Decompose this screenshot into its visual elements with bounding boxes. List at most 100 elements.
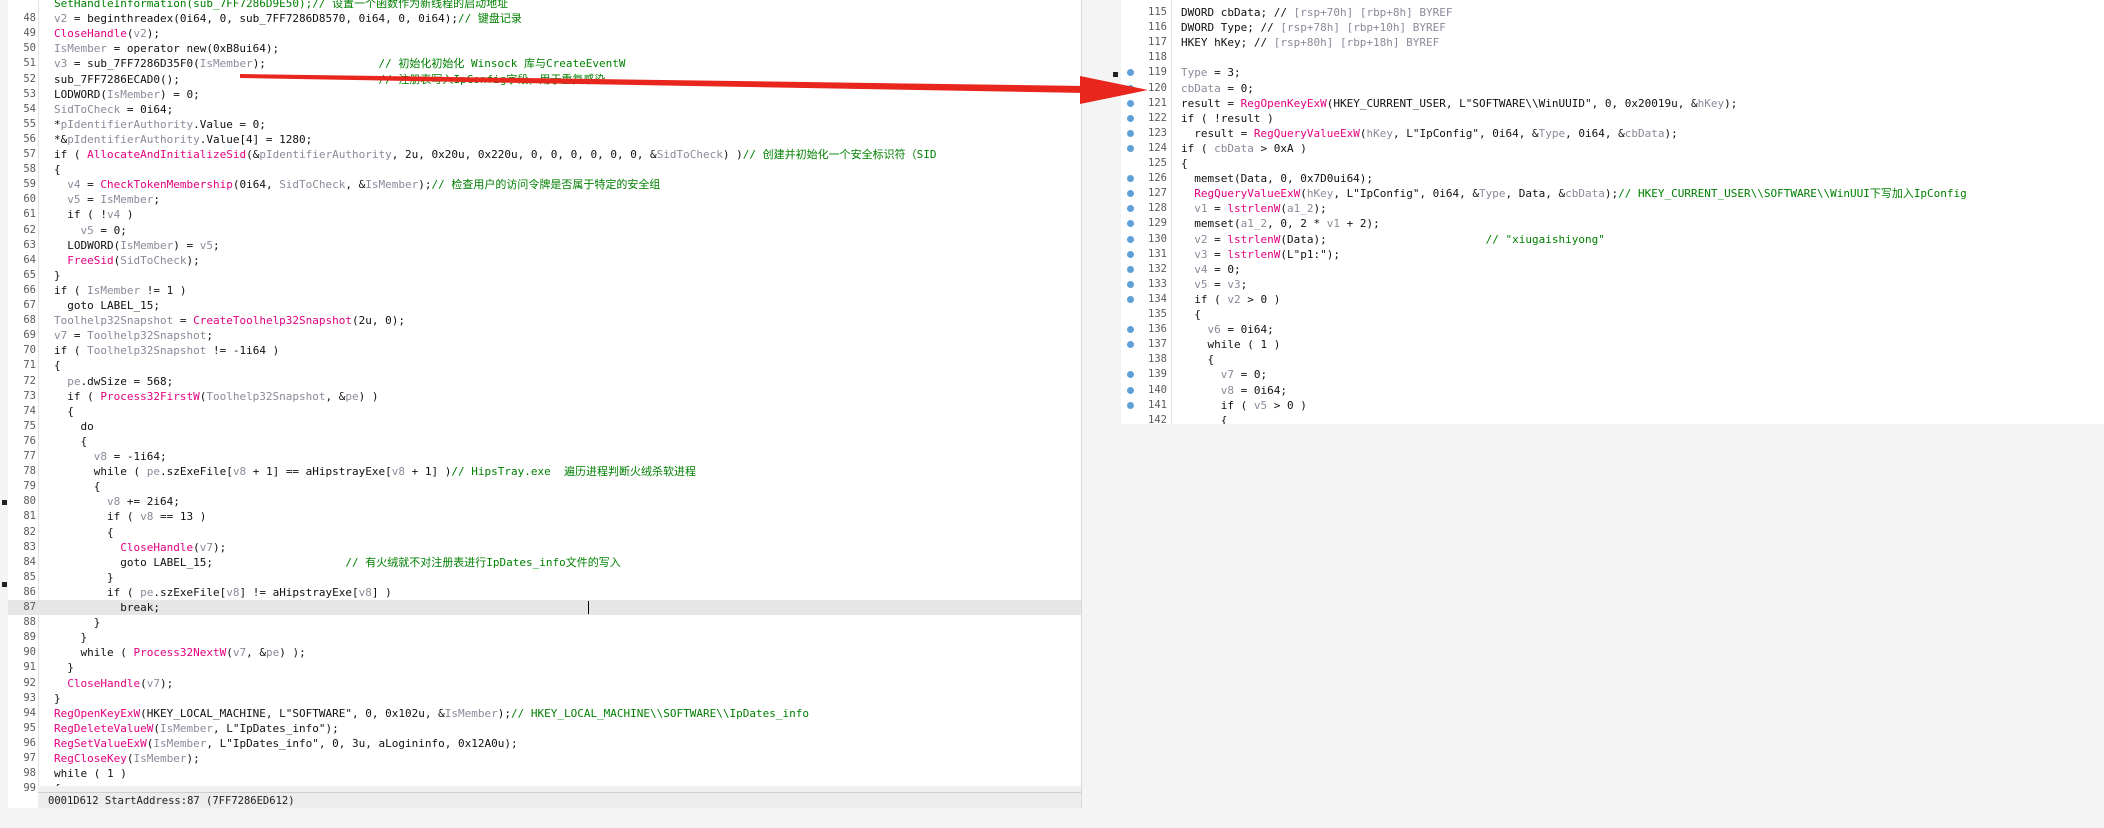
code-line[interactable]: 70 if ( Toolhelp32Snapshot != -1i64 ) bbox=[8, 343, 1081, 358]
code-line[interactable]: 140 v8 = 0i64; bbox=[1121, 383, 2104, 398]
code-line[interactable]: 54 SidToCheck = 0i64; bbox=[8, 102, 1081, 117]
code-line[interactable]: 64 FreeSid(SidToCheck); bbox=[8, 253, 1081, 268]
code-line[interactable]: 93} bbox=[8, 691, 1081, 706]
code-line[interactable]: 57 if ( AllocateAndInitializeSid(&pIdenti… bbox=[8, 147, 1081, 162]
code-variable: IsMember bbox=[133, 752, 187, 765]
code-line[interactable]: 138 { bbox=[1121, 352, 2104, 367]
code-line[interactable]: 89 } bbox=[8, 630, 1081, 645]
code-line[interactable]: 116 DWORD Type; // [rsp+78h] [rbp+10h] BY… bbox=[1121, 20, 2104, 35]
code-line[interactable]: 48 v2 = beginthreadex(0i64, 0, sub_7FF728… bbox=[8, 11, 1081, 26]
code-line[interactable]: 69 v7 = Toolhelp32Snapshot; bbox=[8, 328, 1081, 343]
code-line[interactable]: 68 Toolhelp32Snapshot = CreateToolhelp32S… bbox=[8, 313, 1081, 328]
code-line[interactable]: 78 while ( pe.szExeFile[v8 + 1] == aHips… bbox=[8, 464, 1081, 479]
code-line[interactable]: 90 while ( Process32NextW(v7, &pe) ); bbox=[8, 645, 1081, 660]
code-line[interactable]: 137 while ( 1 ) bbox=[1121, 337, 2104, 352]
code-line[interactable]: 59 v4 = CheckTokenMembership(0i64, SidTo… bbox=[8, 177, 1081, 192]
code-line[interactable]: 92 CloseHandle(v7); bbox=[8, 676, 1081, 691]
code-line[interactable]: 52 sub_7FF7286ECAD0(); // 注册表写入IpConfig字段… bbox=[8, 72, 1081, 87]
code-line[interactable]: 121 result = RegOpenKeyExW(HKEY_CURRENT_U… bbox=[1121, 96, 2104, 111]
breakpoint-dot-icon[interactable] bbox=[1127, 386, 1134, 394]
code-line[interactable]: 97 RegCloseKey(IsMember); bbox=[8, 751, 1081, 766]
code-line[interactable]: 50 IsMember = operator new(0xB8ui64); bbox=[8, 41, 1081, 56]
code-line[interactable]: 98 while ( 1 ) bbox=[8, 766, 1081, 781]
code-line[interactable]: SetHandleInformation(sub_7FF7286D9E50);/… bbox=[8, 0, 1081, 11]
code-line[interactable]: 139 v7 = 0; bbox=[1121, 367, 2104, 382]
code-line[interactable]: 65} bbox=[8, 268, 1081, 283]
code-line[interactable]: 123 result = RegQueryValueExW(hKey, L"Ip… bbox=[1121, 126, 2104, 141]
code-text: v5 = v3; bbox=[1181, 277, 1247, 292]
code-line[interactable]: 63 LODWORD(IsMember) = v5; bbox=[8, 238, 1081, 253]
code-line[interactable]: 53 LODWORD(IsMember) = 0; bbox=[8, 87, 1081, 102]
code-line[interactable]: 86 if ( pe.szExeFile[v8] != aHipstrayExe… bbox=[8, 585, 1081, 600]
code-line[interactable]: 60 v5 = IsMember; bbox=[8, 192, 1081, 207]
code-line[interactable]: 118 bbox=[1121, 50, 2104, 65]
code-line[interactable]: 131 v3 = lstrlenW(L"p1:"); bbox=[1121, 247, 2104, 262]
code-line[interactable]: 130 v2 = lstrlenW(Data); // "xiugaishiyo… bbox=[1121, 232, 2104, 247]
code-line[interactable]: 84 goto LABEL_15; // 有火绒就不对注册表进行IpDates_… bbox=[8, 555, 1081, 570]
code-line[interactable]: 95 RegDeleteValueW(IsMember, L"IpDates_in… bbox=[8, 721, 1081, 736]
code-line[interactable]: 56 *&pIdentifierAuthority.Value[4] = 1280… bbox=[8, 132, 1081, 147]
code-line[interactable]: 49 CloseHandle(v2); bbox=[8, 26, 1081, 41]
code-line[interactable]: 134 if ( v2 > 0 ) bbox=[1121, 292, 2104, 307]
code-line[interactable]: 88 } bbox=[8, 615, 1081, 630]
code-line[interactable]: 71 { bbox=[8, 358, 1081, 373]
code-line[interactable]: 117 HKEY hKey; // [rsp+80h] [rbp+18h] BYR… bbox=[1121, 35, 2104, 50]
code-line[interactable]: 87 break; bbox=[8, 600, 1081, 615]
code-line[interactable]: 66 if ( IsMember != 1 ) bbox=[8, 283, 1081, 298]
code-line[interactable]: 73 if ( Process32FirstW(Toolhelp32Snapsh… bbox=[8, 389, 1081, 404]
breakpoint-dot-icon[interactable] bbox=[1127, 265, 1134, 273]
code-line[interactable]: 81 if ( v8 == 13 ) bbox=[8, 509, 1081, 524]
code-line[interactable]: 126 memset(Data, 0, 0x7D0ui64); bbox=[1121, 171, 2104, 186]
code-line[interactable]: 128 v1 = lstrlenW(a1_2); bbox=[1121, 201, 2104, 216]
breakpoint-dot-icon[interactable] bbox=[1127, 114, 1134, 122]
right-pseudocode-pane[interactable]: 115 DWORD cbData; // [rsp+70h] [rbp+8h] B… bbox=[1121, 0, 2104, 424]
code-line[interactable]: 77 v8 = -1i64; bbox=[8, 449, 1081, 464]
code-line[interactable]: 125 { bbox=[1121, 156, 2104, 171]
code-line[interactable]: 119 Type = 3; bbox=[1121, 65, 2104, 80]
code-line[interactable]: 120 cbData = 0; bbox=[1121, 81, 2104, 96]
breakpoint-dot-icon[interactable] bbox=[1127, 250, 1134, 258]
code-line[interactable]: 122 if ( !result ) bbox=[1121, 111, 2104, 126]
code-line[interactable]: 96 RegSetValueExW(IsMember, L"IpDates_inf… bbox=[8, 736, 1081, 751]
code-line[interactable]: 127 RegQueryValueExW(hKey, L"IpConfig", … bbox=[1121, 186, 2104, 201]
code-line[interactable]: 72 pe.dwSize = 568; bbox=[8, 374, 1081, 389]
code-line[interactable]: 76 { bbox=[8, 434, 1081, 449]
code-line[interactable]: 62 v5 = 0; bbox=[8, 223, 1081, 238]
breakpoint-dot-icon[interactable] bbox=[1127, 84, 1134, 92]
code-line[interactable]: 58 { bbox=[8, 162, 1081, 177]
code-line[interactable]: 61 if ( !v4 ) bbox=[8, 207, 1081, 222]
breakpoint-dot-icon[interactable] bbox=[1127, 280, 1134, 288]
code-line[interactable]: 55 *pIdentifierAuthority.Value = 0; bbox=[8, 117, 1081, 132]
code-line[interactable]: 80 v8 += 2i64; bbox=[8, 494, 1081, 509]
code-line[interactable]: 82 { bbox=[8, 525, 1081, 540]
code-line[interactable]: 142 { bbox=[1121, 413, 2104, 424]
code-line[interactable]: 129 memset(a1_2, 0, 2 * v1 + 2); bbox=[1121, 216, 2104, 231]
code-line[interactable]: 85 } bbox=[8, 570, 1081, 585]
code-line[interactable]: 79 { bbox=[8, 479, 1081, 494]
left-pseudocode-pane[interactable]: SetHandleInformation(sub_7FF7286D9E50);/… bbox=[8, 0, 1082, 808]
code-line[interactable]: 74 { bbox=[8, 404, 1081, 419]
code-line[interactable]: 83 CloseHandle(v7); bbox=[8, 540, 1081, 555]
code-line[interactable]: 75 do bbox=[8, 419, 1081, 434]
code-line[interactable]: 135 { bbox=[1121, 307, 2104, 322]
code-line[interactable]: 91 } bbox=[8, 660, 1081, 675]
code-line[interactable]: 94 RegOpenKeyExW(HKEY_LOCAL_MACHINE, L"SO… bbox=[8, 706, 1081, 721]
code-line[interactable]: 132 v4 = 0; bbox=[1121, 262, 2104, 277]
breakpoint-dot-icon[interactable] bbox=[1127, 401, 1134, 409]
code-line[interactable]: 124 if ( cbData > 0xA ) bbox=[1121, 141, 2104, 156]
line-number: 91 bbox=[23, 661, 36, 674]
breakpoint-dot-icon[interactable] bbox=[1127, 235, 1134, 243]
breakpoint-dot-icon[interactable] bbox=[1127, 129, 1134, 137]
code-line[interactable]: 133 v5 = v3; bbox=[1121, 277, 2104, 292]
breakpoint-dot-icon[interactable] bbox=[1127, 99, 1134, 107]
code-line[interactable]: 67 goto LABEL_15; bbox=[8, 298, 1081, 313]
code-line[interactable]: 136 v6 = 0i64; bbox=[1121, 322, 2104, 337]
code-line[interactable]: 141 if ( v5 > 0 ) bbox=[1121, 398, 2104, 413]
breakpoint-dot-icon[interactable] bbox=[1127, 295, 1134, 303]
code-line[interactable]: 115 DWORD cbData; // [rsp+70h] [rbp+8h] B… bbox=[1121, 5, 2104, 20]
line-number: 125 bbox=[1148, 157, 1167, 169]
code-text: RegDeleteValueW(IsMember, L"IpDates_info… bbox=[54, 721, 339, 736]
code-line[interactable]: 51 v3 = sub_7FF7286D35F0(IsMember); // 初始… bbox=[8, 56, 1081, 71]
breakpoint-dot-icon[interactable] bbox=[1127, 144, 1134, 152]
code-token: ( bbox=[153, 721, 160, 735]
